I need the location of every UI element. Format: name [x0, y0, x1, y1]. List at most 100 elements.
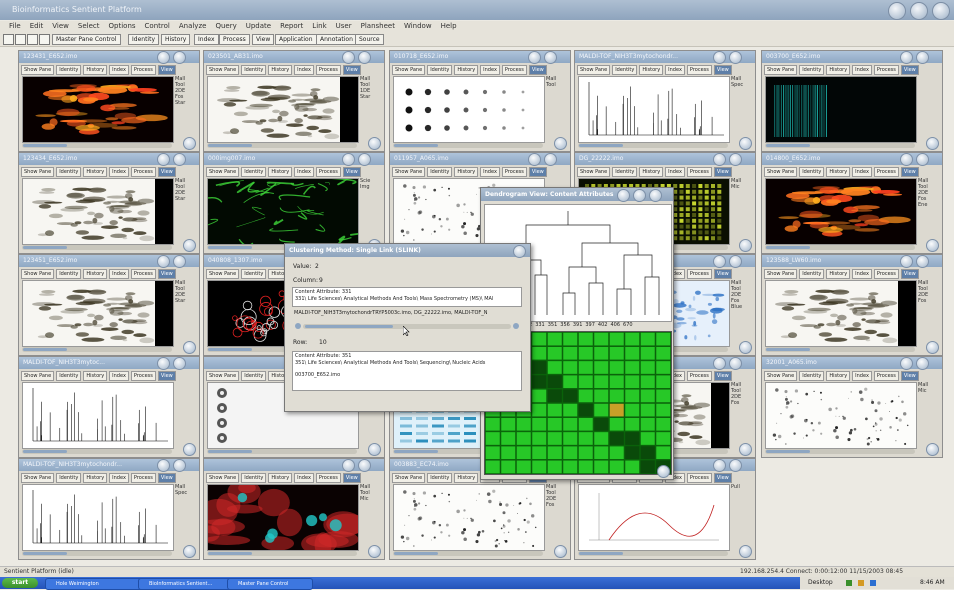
pane-scroll-thumb[interactable] — [579, 552, 623, 555]
pane-resize-handle[interactable] — [368, 137, 381, 150]
row-content-attribute-field[interactable]: Content Attribute: 351 351\ Life Science… — [292, 351, 522, 391]
volume-icon[interactable] — [858, 580, 864, 586]
pane-scrollbar[interactable] — [393, 551, 543, 556]
pane-tab-view[interactable]: View — [157, 65, 176, 75]
pane-resize-handle[interactable] — [368, 443, 381, 456]
pane-resize-handle[interactable] — [739, 545, 752, 558]
pane-tab-view[interactable]: View — [713, 167, 732, 177]
pane-resize-handle[interactable] — [739, 341, 752, 354]
pane-tab-show-pane[interactable]: Show Pane — [21, 473, 55, 483]
pane-tab-process[interactable]: Process — [686, 269, 712, 279]
save-icon[interactable] — [27, 34, 38, 45]
pane-tab-process[interactable]: Process — [130, 167, 156, 177]
pane-tab-process[interactable]: Process — [130, 65, 156, 75]
pane-tab-identity[interactable]: Identity — [427, 167, 453, 177]
pane-tab-identity[interactable]: Identity — [799, 65, 825, 75]
pane-tab-show-pane[interactable]: Show Pane — [206, 473, 240, 483]
pane-scrollbar[interactable] — [765, 245, 915, 250]
pane-maximize-button[interactable] — [173, 255, 186, 268]
pane-minimize-button[interactable] — [342, 459, 355, 472]
pane-tab-index[interactable]: Index — [480, 167, 500, 177]
pane-scroll-thumb[interactable] — [766, 144, 810, 147]
pane-tab-identity[interactable]: Identity — [241, 473, 267, 483]
pane-tab-index[interactable]: Index — [852, 167, 872, 177]
pane-tab-identity[interactable]: Identity — [427, 473, 453, 483]
pane-tab-index[interactable]: Index — [665, 167, 685, 177]
image-pane[interactable]: MALDI-TOF_NIH3T3mytochondr... Show Pane Id… — [574, 50, 756, 152]
pane-minimize-button[interactable] — [900, 357, 913, 370]
pane-tab-history[interactable]: History — [83, 269, 108, 279]
new-icon[interactable] — [3, 34, 14, 45]
pane-minimize-button[interactable] — [900, 51, 913, 64]
clustering-close-button[interactable] — [513, 245, 526, 258]
pane-minimize-button[interactable] — [157, 357, 170, 370]
master-pane-control-button[interactable]: Master Pane Control — [52, 34, 121, 45]
pane-tab-identity[interactable]: Identity — [241, 269, 267, 279]
pane-tab-view[interactable]: View — [342, 473, 361, 483]
pane-scroll-thumb[interactable] — [394, 552, 438, 555]
pane-minimize-button[interactable] — [713, 255, 726, 268]
pane-tab-show-pane[interactable]: Show Pane — [206, 65, 240, 75]
close-button[interactable] — [932, 2, 950, 20]
pane-scroll-thumb[interactable] — [208, 144, 252, 147]
pane-tab-show-pane[interactable]: Show Pane — [392, 473, 426, 483]
pane-tab-process[interactable]: Process — [686, 371, 712, 381]
pane-tab-history[interactable]: History — [639, 167, 664, 177]
pane-scrollbar[interactable] — [578, 143, 728, 148]
pane-tab-process[interactable]: Process — [873, 371, 899, 381]
image-pane[interactable]: Show PaneIdentityHistoryIndexProcessView… — [203, 458, 385, 560]
pane-minimize-button[interactable] — [528, 51, 541, 64]
pane-tab-identity[interactable]: Identity — [56, 473, 82, 483]
pane-scrollbar[interactable] — [22, 449, 172, 454]
pane-maximize-button[interactable] — [173, 459, 186, 472]
pane-tab-view[interactable]: View — [157, 473, 176, 483]
menu-item-edit[interactable]: Edit — [30, 21, 44, 32]
pane-tab-index[interactable]: Index — [109, 167, 129, 177]
pane-scroll-thumb[interactable] — [23, 348, 67, 351]
pane-maximize-button[interactable] — [916, 153, 929, 166]
pane-scrollbar[interactable] — [207, 143, 357, 148]
pane-maximize-button[interactable] — [358, 459, 371, 472]
pane-tab-process[interactable]: Process — [873, 269, 899, 279]
menu-item-help[interactable]: Help — [441, 21, 457, 32]
pane-scroll-thumb[interactable] — [766, 348, 810, 351]
pane-tab-history[interactable]: History — [83, 65, 108, 75]
pane-resize-handle[interactable] — [183, 545, 196, 558]
pane-scroll-thumb[interactable] — [208, 348, 252, 351]
pane-resize-handle[interactable] — [926, 137, 939, 150]
pane-scrollbar[interactable] — [765, 347, 915, 352]
pane-scroll-thumb[interactable] — [23, 552, 67, 555]
scroll-left-button[interactable] — [295, 323, 301, 329]
pane-tab-history[interactable]: History — [83, 371, 108, 381]
image-pane[interactable]: 123451_E652.imo Show Pane Identity History I… — [18, 254, 200, 356]
pane-tab-identity[interactable]: Identity — [799, 167, 825, 177]
pane-minimize-button[interactable] — [713, 51, 726, 64]
pane-resize-handle[interactable] — [926, 443, 939, 456]
pane-minimize-button[interactable] — [713, 357, 726, 370]
menu-item-window[interactable]: Window — [404, 21, 432, 32]
pane-scrollbar[interactable] — [207, 551, 357, 556]
menu-item-view[interactable]: View — [52, 21, 69, 32]
pane-tab-view[interactable]: View — [157, 371, 176, 381]
dendrogram-close-button[interactable] — [649, 189, 662, 202]
pane-tab-history[interactable]: History — [826, 371, 851, 381]
pane-tab-show-pane[interactable]: Show Pane — [21, 167, 55, 177]
pane-tab-process[interactable]: Process — [315, 65, 341, 75]
pane-scrollbar[interactable] — [22, 551, 172, 556]
pane-scrollbar[interactable] — [765, 449, 915, 454]
toolbar-index-button[interactable]: Index — [194, 34, 219, 45]
pane-resize-handle[interactable] — [739, 239, 752, 252]
pane-tab-view[interactable]: View — [157, 269, 176, 279]
pane-tab-history[interactable]: History — [826, 65, 851, 75]
menu-item-analyze[interactable]: Analyze — [179, 21, 207, 32]
pane-minimize-button[interactable] — [157, 459, 170, 472]
taskbar-item-1[interactable]: Hole Weimington — [45, 578, 145, 590]
pane-tab-identity[interactable]: Identity — [612, 65, 638, 75]
menu-item-file[interactable]: File — [9, 21, 21, 32]
pane-maximize-button[interactable] — [358, 153, 371, 166]
pane-resize-handle[interactable] — [739, 137, 752, 150]
pane-scroll-thumb[interactable] — [766, 450, 810, 453]
pane-resize-handle[interactable] — [183, 239, 196, 252]
pane-tab-index[interactable]: Index — [109, 371, 129, 381]
image-pane[interactable]: MALDI-TOF_NIH3T3mytoc... Show Pane Identit… — [18, 356, 200, 458]
